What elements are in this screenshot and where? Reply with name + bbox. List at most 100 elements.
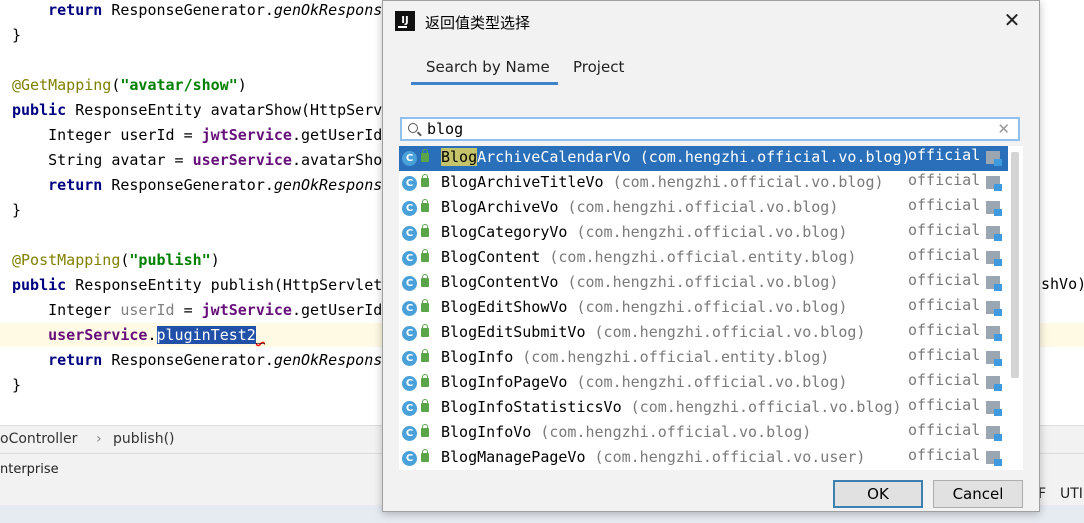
class-name: BlogInfo (com.hengzhi.official.entity.bl…	[441, 348, 829, 366]
class-name-text: BlogEditShowVo	[441, 298, 568, 316]
list-scrollbar[interactable]	[1011, 152, 1019, 378]
public-access-icon	[421, 149, 429, 162]
class-name-text: BlogInfoPageVo	[441, 373, 568, 391]
result-row[interactable]: C BlogInfoPageVo (com.hengzhi.official.vo…	[399, 371, 1008, 396]
tab-project[interactable]: Project	[573, 58, 624, 76]
code-fragment-right: shVo)	[1041, 275, 1084, 293]
class-name: BlogInfoVo (com.hengzhi.official.vo.blog…	[441, 423, 811, 441]
code-token: userId	[120, 301, 175, 319]
result-row[interactable]: C BlogEditShowVo (com.hengzhi.official.vo…	[399, 296, 1008, 321]
package-name: (com.hengzhi.official.vo.blog)	[576, 298, 848, 316]
class-icon: C	[402, 276, 417, 291]
code-token: String avatar =	[48, 151, 193, 169]
code-line[interactable]: return ResponseGenerator.genOkRespons	[12, 348, 382, 372]
package-name: (com.hengzhi.official.vo.blog)	[567, 198, 839, 216]
result-row[interactable]: C BlogArchiveCalendarVo (com.hengzhi.offi…	[399, 146, 1008, 171]
module-folder-icon	[986, 451, 1004, 466]
status-encoding[interactable]: UTI	[1060, 486, 1083, 502]
class-name: BlogArchiveCalendarVo (com.hengzhi.offic…	[441, 148, 911, 166]
code-token: ResponseEntity publish(HttpServlet	[66, 276, 383, 294]
code-line[interactable]: Integer userId = jwtService.getUserId	[12, 298, 382, 322]
code-token: ResponseGenerator.	[102, 351, 274, 369]
result-row[interactable]: C BlogContent (com.hengzhi.official.entit…	[399, 246, 1008, 271]
result-row[interactable]: C BlogCategoryVo (com.hengzhi.official.vo…	[399, 221, 1008, 246]
class-icon: C	[402, 401, 417, 416]
code-line[interactable]: @GetMapping("avatar/show")	[12, 73, 247, 97]
breadcrumb-class[interactable]: oController	[0, 431, 77, 447]
package-name: (com.hengzhi.official.vo.blog)	[567, 273, 839, 291]
status-left-text: nterprise	[0, 462, 59, 477]
package-name: (com.hengzhi.official.vo.blog)	[576, 223, 848, 241]
code-line[interactable]: Integer userId = jwtService.getUserId	[12, 123, 382, 147]
code-line[interactable]: return ResponseGenerator.genOkRespons	[12, 173, 382, 197]
package-name: (com.hengzhi.official.entity.blog)	[522, 348, 830, 366]
code-line[interactable]: String avatar = userService.avatarSho	[12, 148, 382, 172]
close-button[interactable]: ✕	[999, 7, 1025, 33]
result-row[interactable]: C BlogInfoVo (com.hengzhi.official.vo.blo…	[399, 421, 1008, 446]
code-token: "avatar/show"	[120, 76, 238, 94]
tab-search-by-name[interactable]: Search by Name	[426, 58, 550, 76]
module-folder-icon	[986, 226, 1004, 241]
module-folder-icon	[986, 351, 1004, 366]
code-line[interactable]: public ResponseEntity avatarShow(HttpSer…	[12, 98, 382, 122]
result-row[interactable]: C BlogContentVo (com.hengzhi.official.vo.…	[399, 271, 1008, 296]
class-name-text: BlogCategoryVo	[441, 223, 568, 241]
module-folder-icon	[986, 201, 1004, 216]
code-token: ResponseEntity avatarShow(HttpServ	[66, 101, 383, 119]
module-name: official	[908, 221, 981, 239]
class-name: BlogEditSubmitVo (com.hengzhi.official.v…	[441, 323, 865, 341]
class-name-text: BlogArchiveTitleVo	[441, 173, 604, 191]
code-line[interactable]: }	[12, 23, 21, 47]
code-line[interactable]: }	[12, 198, 21, 222]
class-name: BlogArchiveVo (com.hengzhi.official.vo.b…	[441, 198, 838, 216]
search-input-value[interactable]: blog	[427, 120, 463, 138]
module-name: official	[908, 421, 981, 439]
class-name-text: BlogInfoStatisticsVo	[441, 398, 622, 416]
class-icon: C	[402, 426, 417, 441]
code-token: Integer userId =	[48, 126, 202, 144]
result-row[interactable]: C BlogArchiveVo (com.hengzhi.official.vo.…	[399, 196, 1008, 221]
package-name: (com.hengzhi.official.vo.blog)	[594, 323, 866, 341]
public-access-icon	[421, 324, 429, 337]
class-name-text: BlogInfoVo	[441, 423, 532, 441]
result-row[interactable]: C BlogEditSubmitVo (com.hengzhi.official.…	[399, 321, 1008, 346]
code-token: return	[48, 176, 103, 194]
public-access-icon	[421, 349, 429, 362]
code-line[interactable]: }	[12, 373, 21, 397]
cancel-button[interactable]: Cancel	[933, 480, 1023, 508]
package-name: (com.hengzhi.official.entity.blog)	[549, 248, 857, 266]
result-row[interactable]: C BlogInfoStatisticsVo (com.hengzhi.offic…	[399, 396, 1008, 421]
class-icon: C	[402, 226, 417, 241]
search-input[interactable]: blog ✕	[400, 117, 1020, 141]
module-folder-icon	[986, 301, 1004, 316]
breadcrumb-method[interactable]: publish()	[113, 431, 175, 447]
code-line[interactable]: @PostMapping("publish")	[12, 248, 220, 272]
class-results-list[interactable]: C BlogArchiveCalendarVo (com.hengzhi.offi…	[399, 146, 1023, 470]
result-row[interactable]: C BlogArchiveTitleVo (com.hengzhi.officia…	[399, 171, 1008, 196]
code-token: genOkRespons	[273, 351, 383, 369]
public-access-icon	[421, 399, 429, 412]
class-icon: C	[402, 151, 417, 166]
class-name: BlogEditShowVo (com.hengzhi.official.vo.…	[441, 298, 847, 316]
result-row[interactable]: C BlogManagePageVo (com.hengzhi.official.…	[399, 446, 1008, 470]
code-token: }	[12, 26, 22, 44]
code-token: return	[48, 1, 103, 19]
code-token: _	[255, 326, 265, 344]
code-token: userService	[48, 326, 148, 344]
class-icon: C	[402, 326, 417, 341]
code-line[interactable]: public ResponseEntity publish(HttpServle…	[12, 273, 382, 297]
clear-search-icon[interactable]: ✕	[997, 120, 1010, 138]
ok-button[interactable]: OK	[833, 480, 923, 508]
code-line[interactable]: return ResponseGenerator.genOkResponse	[12, 0, 391, 22]
result-row[interactable]: C BlogInfo (com.hengzhi.official.entity.b…	[399, 346, 1008, 371]
public-access-icon	[421, 274, 429, 287]
code-token: jwtService	[201, 126, 292, 144]
class-name-text: BlogContent	[441, 248, 541, 266]
module-folder-icon	[986, 326, 1004, 341]
public-access-icon	[421, 174, 429, 187]
class-name-text: BlogInfo	[441, 348, 514, 366]
